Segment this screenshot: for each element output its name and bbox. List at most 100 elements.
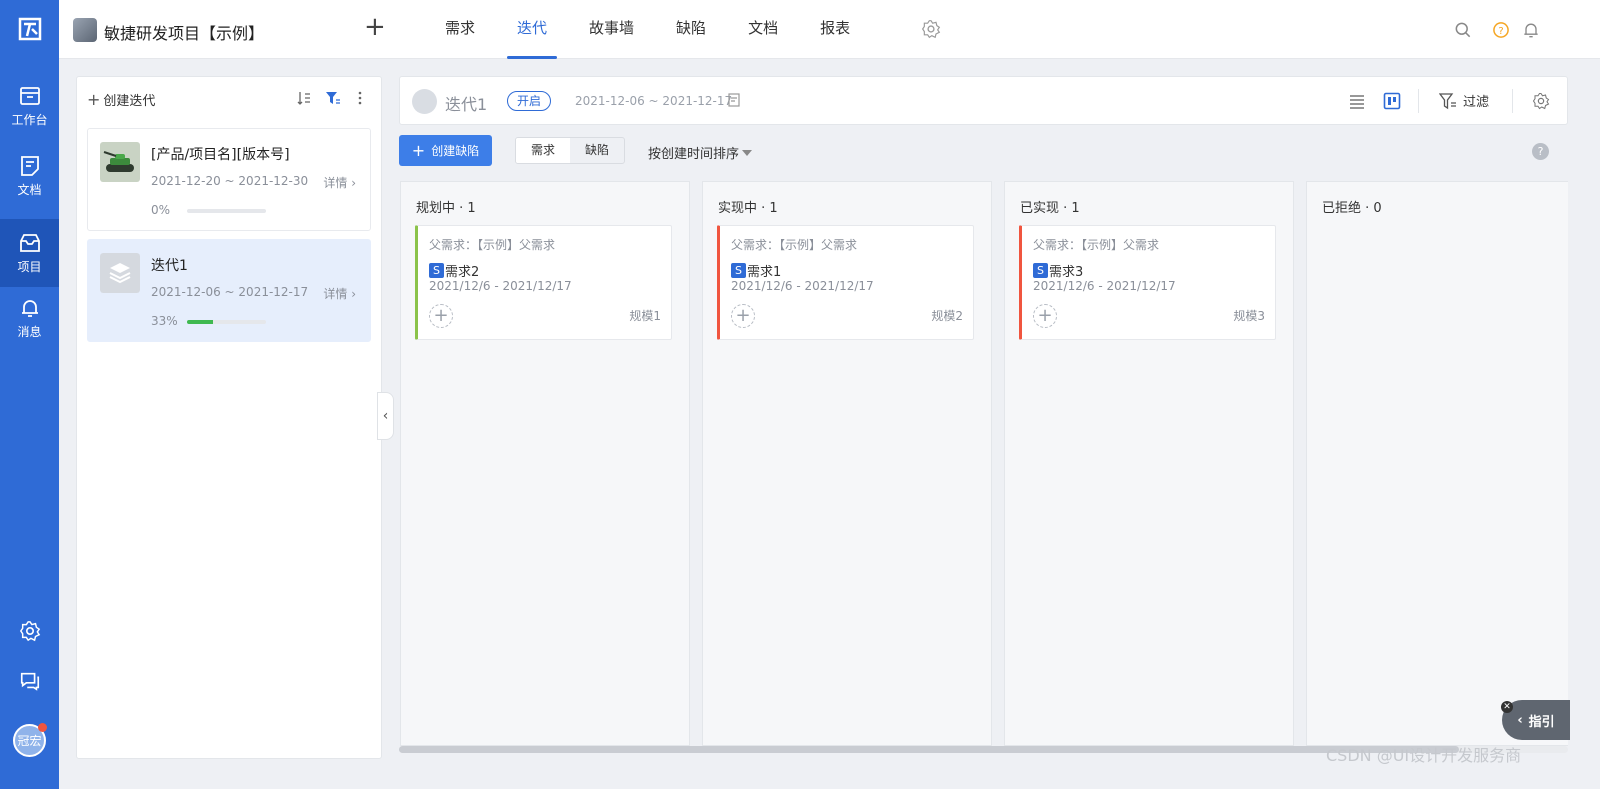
filter-icon[interactable] (325, 90, 341, 106)
iteration-header: 迭代1 开启 2021-12-06 ~ 2021-12-17 过滤 (399, 76, 1568, 125)
add-button[interactable]: + (364, 13, 386, 41)
rail-item-project[interactable]: 项目 (0, 219, 59, 287)
segment-defects[interactable]: 缺陷 (570, 138, 624, 163)
notes-icon[interactable] (727, 93, 741, 107)
assign-member-button[interactable]: + (731, 304, 755, 328)
left-rail: 工作台 文档 项目 消息 冠宏 (0, 0, 59, 789)
assign-member-button[interactable]: + (429, 304, 453, 328)
detail-label: 详情 (323, 287, 348, 301)
close-icon[interactable]: ✕ (1501, 701, 1513, 713)
story-type-badge: S (429, 263, 444, 278)
iteration-detail-link[interactable]: 详情 › (323, 285, 356, 302)
card-name-text: 需求2 (445, 265, 480, 280)
help-icon[interactable]: ? (1491, 20, 1511, 40)
caret-down-icon (742, 150, 753, 156)
notification-dot (38, 723, 47, 732)
tab-requirements[interactable]: 需求 (424, 0, 496, 59)
rail-item-docs[interactable]: 文档 (0, 142, 59, 210)
top-bar: 敏捷研发项目【示例】 + 需求 迭代 故事墙 缺陷 文档 报表 ? (59, 0, 1600, 59)
sort-dropdown[interactable]: 按创建时间排序 (648, 143, 753, 162)
tab-reports[interactable]: 报表 (799, 0, 871, 59)
more-vertical-icon[interactable] (352, 90, 368, 106)
iteration-percent: 33% (151, 314, 178, 328)
card-title[interactable]: S 需求2 (429, 261, 479, 280)
board-column: 已实现 · 1 父需求：【示例】父需求 S 需求3 2021/12/6 - 202… (1004, 181, 1294, 746)
filter-button[interactable]: 过滤 (1439, 91, 1489, 110)
iteration-detail-link[interactable]: 详情 › (323, 174, 356, 191)
status-badge[interactable]: 开启 (507, 91, 552, 111)
collapse-panel-button[interactable]: ‹ (377, 392, 394, 440)
card-name-text: 需求3 (1049, 265, 1084, 280)
tank-image (100, 142, 140, 182)
layers-icon (100, 253, 140, 293)
sort-label: 按创建时间排序 (648, 147, 740, 162)
avatar[interactable]: 冠宏 (13, 723, 47, 757)
search-icon[interactable] (1453, 20, 1473, 40)
watermark: CSDN @UI设计开发服务商 (1326, 746, 1522, 765)
column-title: 规划中 · 1 (416, 201, 476, 216)
board-help-icon[interactable]: ? (1532, 143, 1549, 160)
plus-icon: + (411, 141, 426, 160)
story-card[interactable]: 父需求：【示例】父需求 S 需求1 2021/12/6 - 2021/12/17 … (717, 225, 974, 340)
scrollbar-thumb[interactable] (399, 746, 1459, 753)
progress-fill (187, 320, 214, 324)
document-icon (20, 156, 39, 176)
board-settings-icon[interactable] (1532, 92, 1550, 110)
app-logo-icon[interactable] (15, 14, 45, 44)
card-title[interactable]: S 需求1 (731, 261, 781, 280)
svg-text:?: ? (1498, 26, 1503, 37)
divider (1512, 89, 1513, 113)
project-settings-icon[interactable] (921, 19, 941, 39)
story-card[interactable]: 父需求：【示例】父需求 S 需求2 2021/12/6 - 2021/12/17 … (415, 225, 672, 340)
main-nav: 需求 迭代 故事墙 缺陷 文档 报表 (424, 0, 871, 59)
story-type-badge: S (731, 263, 746, 278)
notification-bell-icon[interactable] (1521, 20, 1541, 40)
card-dates: 2021/12/6 - 2021/12/17 (731, 279, 874, 293)
rail-item-label: 消息 (17, 325, 42, 339)
iteration-panel-header: + 创建迭代 (77, 77, 381, 121)
card-scale: 规模3 (1233, 309, 1265, 323)
iteration-dates: 2021-12-20 ~ 2021-12-30 (151, 174, 309, 188)
gear-icon (19, 621, 40, 642)
sort-icon[interactable] (296, 90, 312, 106)
board-view-icon[interactable] (1383, 92, 1401, 110)
chevron-right-icon: › (351, 176, 356, 190)
column-title: 已拒绝 · 0 (1322, 201, 1382, 216)
board-column: 实现中 · 1 父需求：【示例】父需求 S 需求1 2021/12/6 - 202… (702, 181, 992, 746)
inbox-tray-icon (19, 87, 40, 105)
tab-iterations[interactable]: 迭代 (496, 0, 568, 59)
chevron-right-icon: › (351, 287, 356, 301)
column-title: 实现中 · 1 (718, 201, 778, 216)
card-parent: 父需求：【示例】父需求 (429, 238, 556, 252)
create-iteration-button[interactable]: + 创建迭代 (87, 90, 155, 109)
board-column: 已拒绝 · 0 (1306, 181, 1568, 746)
iteration-icon (412, 89, 437, 114)
iteration-name: 迭代1 (151, 258, 188, 274)
iteration-date-range: 2021-12-06 ~ 2021-12-17 (575, 94, 733, 108)
rail-settings-button[interactable] (0, 620, 59, 642)
tab-story-wall[interactable]: 故事墙 (568, 0, 655, 59)
chevron-left-icon: ‹ (1517, 712, 1523, 728)
card-scale: 规模2 (931, 309, 963, 323)
filter-icon (1439, 92, 1456, 109)
filter-label: 过滤 (1463, 95, 1490, 110)
list-view-icon[interactable] (1348, 92, 1366, 110)
rail-feedback-button[interactable] (0, 670, 59, 692)
project-icon (73, 18, 97, 42)
project-title[interactable]: 敏捷研发项目【示例】 (104, 20, 264, 44)
progress-bar (187, 209, 266, 213)
tab-docs[interactable]: 文档 (727, 0, 799, 59)
create-defect-button[interactable]: + 创建缺陷 (399, 135, 492, 166)
divider (1418, 89, 1419, 113)
segment-requirements[interactable]: 需求 (516, 138, 570, 163)
card-title[interactable]: S 需求3 (1033, 261, 1083, 280)
rail-item-workbench[interactable]: 工作台 (0, 72, 59, 140)
story-card[interactable]: 父需求：【示例】父需求 S 需求3 2021/12/6 - 2021/12/17 … (1019, 225, 1276, 340)
iteration-card[interactable]: 迭代1 2021-12-06 ~ 2021-12-17 详情 › 33% (87, 239, 371, 342)
iteration-card[interactable]: [产品/项目名][版本号] 2021-12-20 ~ 2021-12-30 详情… (87, 128, 371, 231)
assign-member-button[interactable]: + (1033, 304, 1057, 328)
rail-item-messages[interactable]: 消息 (0, 284, 59, 352)
progress-bar (187, 320, 266, 324)
card-dates: 2021/12/6 - 2021/12/17 (1033, 279, 1176, 293)
tab-defects[interactable]: 缺陷 (655, 0, 727, 59)
